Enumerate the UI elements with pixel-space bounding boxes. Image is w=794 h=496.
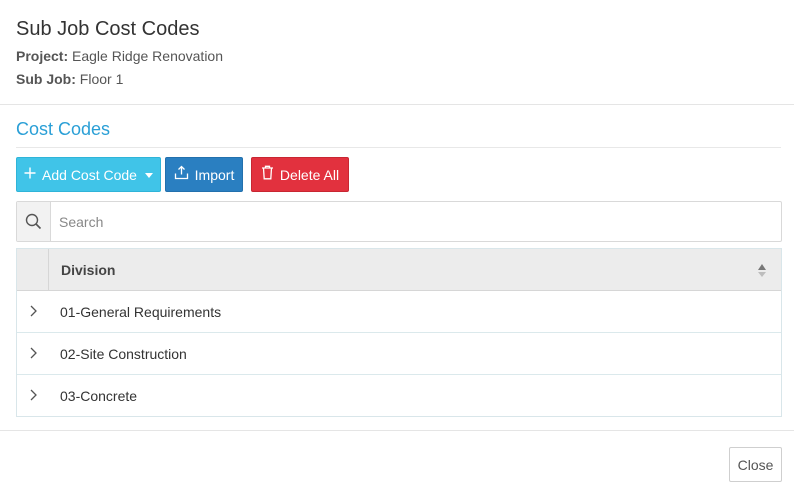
chevron-right-icon[interactable] bbox=[27, 346, 39, 360]
column-header-division[interactable]: Division bbox=[61, 262, 115, 278]
search-icon bbox=[17, 202, 51, 241]
expand-column-header bbox=[17, 249, 49, 290]
footer-divider bbox=[0, 430, 794, 431]
add-cost-code-label: Add Cost Code bbox=[42, 166, 137, 183]
caret-down-icon bbox=[144, 170, 153, 180]
cost-codes-grid: Division 01-General Requirements 02-Site… bbox=[16, 248, 782, 417]
upload-icon bbox=[174, 165, 189, 184]
plus-icon bbox=[24, 167, 36, 183]
project-info: Project: Eagle Ridge Renovation bbox=[16, 48, 223, 64]
section-divider bbox=[16, 147, 781, 148]
table-row[interactable]: 03-Concrete bbox=[17, 375, 781, 417]
chevron-right-icon[interactable] bbox=[27, 388, 39, 402]
project-name: Eagle Ridge Renovation bbox=[72, 48, 224, 64]
import-button[interactable]: Import bbox=[165, 157, 243, 192]
dialog-title: Sub Job Cost Codes bbox=[16, 18, 200, 40]
chevron-right-icon[interactable] bbox=[27, 304, 39, 318]
search-input[interactable] bbox=[51, 202, 781, 241]
add-cost-code-button[interactable]: Add Cost Code bbox=[16, 157, 161, 192]
subjob-info: Sub Job: Floor 1 bbox=[16, 71, 123, 87]
trash-icon bbox=[261, 165, 274, 184]
section-title: Cost Codes bbox=[16, 119, 111, 139]
search-box bbox=[16, 201, 782, 242]
sort-icon[interactable] bbox=[757, 262, 767, 278]
grid-header: Division bbox=[17, 249, 781, 291]
division-name: 02-Site Construction bbox=[60, 346, 187, 362]
delete-all-button[interactable]: Delete All bbox=[251, 157, 349, 192]
close-button[interactable]: Close bbox=[729, 447, 782, 482]
subjob-label: Sub Job: bbox=[16, 71, 76, 87]
project-label: Project: bbox=[16, 48, 69, 64]
division-name: 03-Concrete bbox=[60, 388, 138, 404]
sub-job-cost-codes-dialog: Sub Job Cost Codes Project: Eagle Ridge … bbox=[0, 0, 794, 496]
table-row[interactable]: 01-General Requirements bbox=[17, 291, 781, 333]
import-label: Import bbox=[194, 166, 235, 183]
division-name: 01-General Requirements bbox=[60, 304, 222, 320]
table-row[interactable]: 02-Site Construction bbox=[17, 333, 781, 375]
delete-all-label: Delete All bbox=[279, 166, 340, 183]
dialog-header: Sub Job Cost Codes Project: Eagle Ridge … bbox=[0, 0, 794, 105]
subjob-name: Floor 1 bbox=[79, 71, 124, 87]
